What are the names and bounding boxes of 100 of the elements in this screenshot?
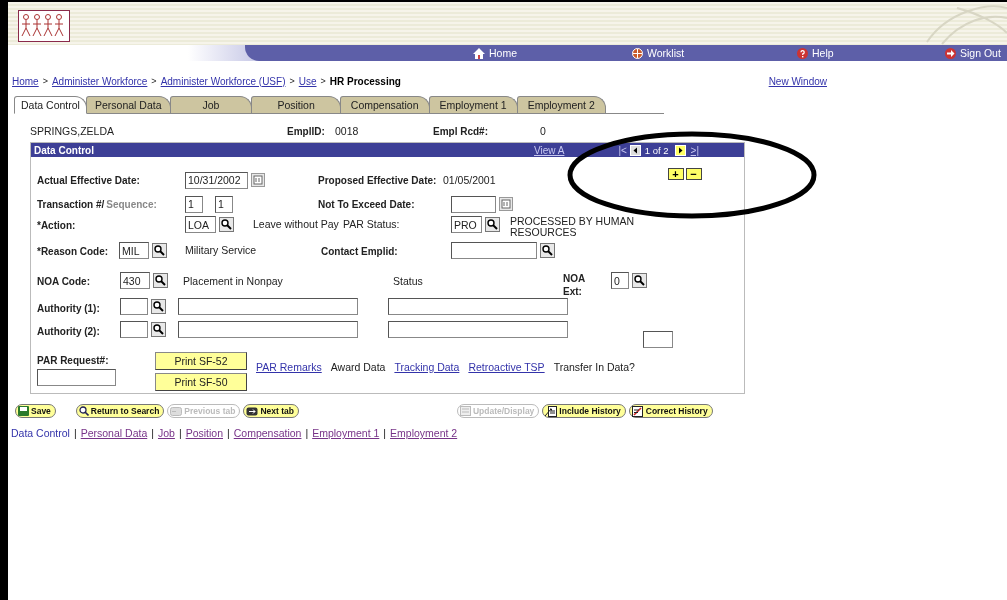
delete-row-button[interactable]: − bbox=[685, 168, 702, 180]
text-field[interactable] bbox=[388, 321, 568, 338]
search-icon[interactable] bbox=[151, 299, 166, 314]
field-label: Contact Emplid: bbox=[321, 246, 398, 257]
nav-link[interactable]: Sign Out bbox=[945, 47, 1005, 59]
sequence-field[interactable]: 1 bbox=[215, 195, 233, 213]
transaction-field[interactable]: 1 bbox=[185, 195, 203, 213]
arrow-icon bbox=[945, 47, 956, 59]
tab[interactable]: Employment 2 bbox=[516, 96, 606, 113]
text-field[interactable] bbox=[37, 369, 116, 386]
link-separator: | bbox=[151, 427, 154, 439]
form-icon bbox=[631, 405, 644, 417]
link[interactable]: PAR Remarks bbox=[256, 361, 322, 373]
text-field[interactable] bbox=[643, 331, 673, 348]
date-field[interactable] bbox=[451, 195, 496, 213]
breadcrumb-link[interactable]: Use bbox=[298, 75, 317, 87]
field-label: Authority (2): bbox=[37, 326, 100, 337]
empl-rcd-label: Empl Rcd#: bbox=[433, 125, 489, 137]
text-field[interactable] bbox=[178, 298, 358, 315]
calendar-icon[interactable] bbox=[499, 197, 513, 211]
tab[interactable]: Data Control bbox=[14, 96, 87, 114]
field-label: Proposed Effective Date: bbox=[318, 174, 437, 186]
page-link[interactable]: Employment 2 bbox=[390, 427, 458, 439]
code-field[interactable]: 0 bbox=[611, 272, 629, 289]
label: Award Data bbox=[330, 361, 386, 373]
tab[interactable]: Employment 1 bbox=[428, 96, 518, 113]
code-field[interactable]: MIL bbox=[119, 242, 149, 259]
tab[interactable]: Position bbox=[251, 96, 341, 113]
search-icon[interactable] bbox=[151, 322, 166, 337]
calendar-icon[interactable] bbox=[251, 173, 265, 187]
date-field[interactable]: 10/31/2002 bbox=[185, 171, 248, 189]
toolbar-button[interactable]: Include History bbox=[542, 404, 626, 418]
link-separator: | bbox=[383, 427, 387, 439]
search-icon[interactable] bbox=[632, 273, 647, 288]
code-field[interactable]: PRO bbox=[451, 216, 482, 233]
page-link[interactable]: Compensation bbox=[233, 427, 302, 439]
tab[interactable]: Compensation bbox=[339, 96, 430, 113]
add-row-button[interactable]: + bbox=[667, 168, 684, 180]
last-link[interactable]: >| bbox=[690, 144, 700, 156]
breadcrumb-link[interactable]: Administer Workforce bbox=[51, 75, 148, 87]
search-icon[interactable] bbox=[152, 243, 167, 258]
nav-link[interactable]: Help bbox=[797, 47, 945, 59]
breadcrumb-link[interactable]: Administer Workforce (USF) bbox=[160, 75, 286, 87]
breadcrumb-separator: > bbox=[42, 76, 48, 86]
field-description: Placement in Nonpay bbox=[183, 275, 283, 287]
search-icon bbox=[78, 406, 89, 416]
label: Transfer In Data? bbox=[553, 361, 635, 373]
toolbar-button[interactable]: Save bbox=[15, 404, 56, 418]
field-label: Actual Effective Date: bbox=[37, 174, 140, 186]
page-link[interactable]: Data Control bbox=[11, 427, 70, 439]
print-button[interactable]: Print SF-50 bbox=[155, 373, 247, 391]
field-label: Status bbox=[393, 275, 423, 287]
page-link[interactable]: Position bbox=[185, 427, 223, 439]
emplid-field[interactable] bbox=[451, 242, 537, 259]
tab[interactable]: Job bbox=[169, 96, 253, 113]
code-field[interactable]: 430 bbox=[120, 272, 150, 289]
field-value: 01/05/2001 bbox=[443, 174, 496, 186]
field-label: PAR Request#: bbox=[37, 355, 110, 366]
nav-link[interactable]: Worklist bbox=[632, 47, 797, 59]
print-button[interactable]: Print SF-52 bbox=[155, 352, 247, 370]
breadcrumb-separator: > bbox=[320, 76, 326, 86]
link[interactable]: Tracking Data bbox=[394, 361, 460, 373]
logo-icon bbox=[18, 10, 70, 42]
search-icon[interactable] bbox=[540, 243, 555, 258]
link-separator: | bbox=[227, 427, 230, 439]
emplid-value: 0018 bbox=[335, 125, 360, 137]
nav-link[interactable]: Home bbox=[473, 47, 632, 59]
page-link[interactable]: Employment 1 bbox=[312, 427, 380, 439]
text-field[interactable] bbox=[178, 321, 358, 338]
employee-name: SPRINGS,ZELDA bbox=[30, 125, 116, 137]
code-field[interactable]: LOA bbox=[185, 216, 216, 233]
emplid-label: EmplID: bbox=[287, 125, 326, 137]
breadcrumb-link[interactable]: Home bbox=[12, 75, 39, 87]
page-link[interactable]: Personal Data bbox=[80, 427, 148, 439]
search-icon[interactable] bbox=[219, 217, 234, 232]
code-field[interactable] bbox=[120, 298, 148, 315]
field-label: *Action: bbox=[37, 220, 76, 231]
field-label: NOA Code: bbox=[37, 276, 90, 287]
search-icon[interactable] bbox=[153, 273, 168, 288]
search-icon[interactable] bbox=[485, 217, 500, 232]
new-window-link[interactable]: New Window bbox=[768, 75, 827, 87]
field-label: Sequence: bbox=[106, 198, 157, 210]
field-label: *Reason Code: bbox=[37, 246, 109, 257]
field-label: Transaction #/ bbox=[37, 198, 105, 210]
previous-icon[interactable] bbox=[629, 144, 641, 156]
tab[interactable]: Personal Data bbox=[85, 96, 171, 113]
folder-icon bbox=[170, 406, 183, 416]
toolbar-button[interactable]: Next tab bbox=[243, 404, 299, 418]
link[interactable]: Retroactive TSP bbox=[468, 361, 545, 373]
home-icon bbox=[473, 47, 485, 59]
code-field[interactable] bbox=[120, 321, 148, 338]
view-all-link[interactable]: View A bbox=[534, 144, 565, 156]
panel-title: Data Control bbox=[34, 144, 94, 156]
next-icon[interactable] bbox=[674, 144, 686, 156]
toolbar-button[interactable]: Correct History bbox=[628, 404, 713, 418]
page-link[interactable]: Job bbox=[157, 427, 175, 439]
first-link[interactable]: |< bbox=[618, 144, 627, 156]
toolbar-button[interactable]: Return to Search bbox=[75, 404, 165, 418]
text-field[interactable] bbox=[388, 298, 568, 315]
field-label: Not To Exceed Date: bbox=[318, 198, 415, 210]
